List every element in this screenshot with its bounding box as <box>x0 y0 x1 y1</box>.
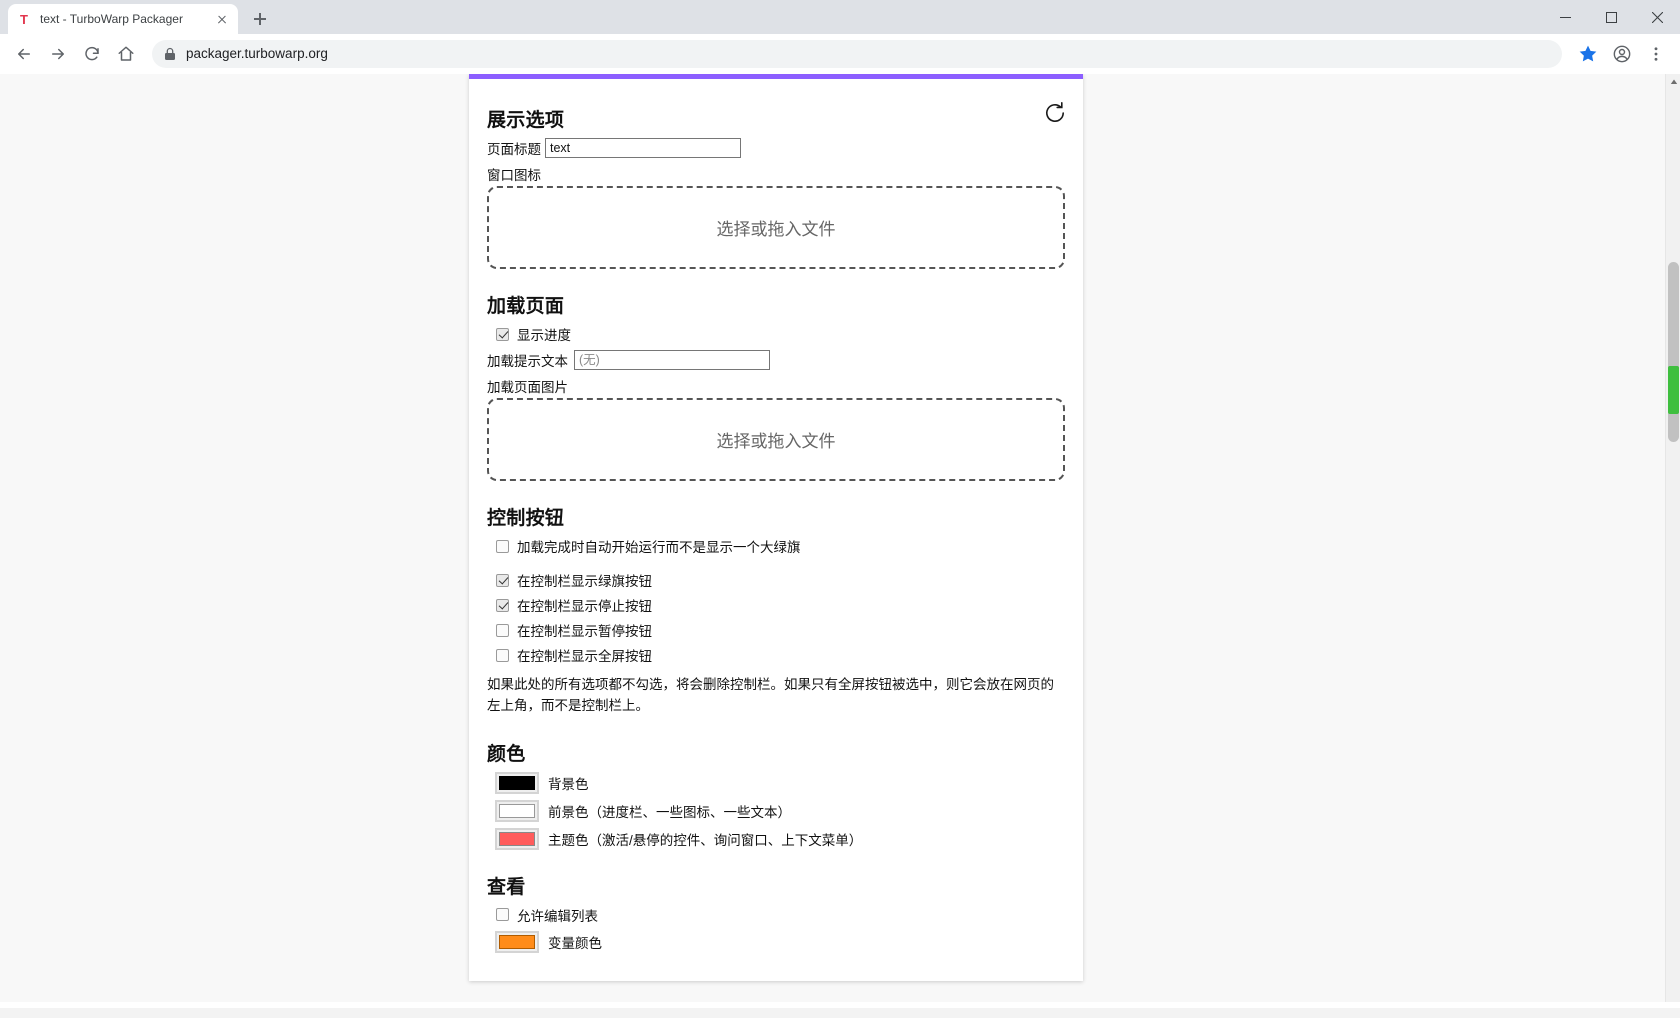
loading-text-label: 加载提示文本 <box>487 354 568 369</box>
lock-icon <box>164 47 176 61</box>
page-viewport: 展示选项 页面标题 窗口图标 选择或拖入文件 加载页面 显示进度 加载提示文本 … <box>0 74 1680 1018</box>
loading-text-input[interactable] <box>574 350 770 370</box>
control-greenflag-label: 在控制栏显示绿旗按钮 <box>517 574 652 589</box>
background-color-value <box>499 775 535 790</box>
show-progress-row[interactable]: 显示进度 <box>487 324 1065 344</box>
scrollbar-find-marker <box>1668 366 1679 414</box>
accent-color-swatch[interactable] <box>495 827 539 850</box>
control-pause-checkbox[interactable] <box>496 623 509 637</box>
scrollbar-thumb[interactable] <box>1668 262 1679 442</box>
window-icon-label: 窗口图标 <box>487 168 541 183</box>
loading-text-row: 加载提示文本 <box>487 350 1065 370</box>
variable-color-swatch[interactable] <box>495 930 539 953</box>
forward-button[interactable] <box>42 38 74 70</box>
allow-edit-list-row[interactable]: 允许编辑列表 <box>487 905 1065 925</box>
options-card: 展示选项 页面标题 窗口图标 选择或拖入文件 加载页面 显示进度 加载提示文本 … <box>469 74 1083 981</box>
minimize-button[interactable] <box>1542 0 1588 34</box>
scroll-up-icon[interactable] <box>1666 74 1680 90</box>
accent-color-row: 主题色（激活/悬停的控件、询问窗口、上下文菜单） <box>487 827 1065 850</box>
control-stop-label: 在控制栏显示停止按钮 <box>517 599 652 614</box>
new-tab-button[interactable] <box>246 5 274 33</box>
foreground-color-label: 前景色（进度栏、一些图标、一些文本） <box>548 804 791 820</box>
window-icon-dropzone[interactable]: 选择或拖入文件 <box>487 186 1065 269</box>
tab-title: text - TurboWarp Packager <box>40 12 183 26</box>
control-autostart-label: 加载完成时自动开始运行而不是显示一个大绿旗 <box>517 540 801 555</box>
control-greenflag-checkbox[interactable] <box>496 573 509 587</box>
reset-icon[interactable] <box>1043 101 1067 125</box>
control-greenflag-row[interactable]: 在控制栏显示绿旗按钮 <box>487 570 1065 590</box>
taskbar <box>0 1008 1680 1018</box>
profile-icon[interactable] <box>1606 38 1638 70</box>
page-title-label: 页面标题 <box>487 142 541 157</box>
reload-button[interactable] <box>76 38 108 70</box>
show-progress-checkbox[interactable] <box>496 327 509 341</box>
controls-section-heading: 控制按钮 <box>487 508 565 529</box>
control-pause-label: 在控制栏显示暂停按钮 <box>517 624 652 639</box>
loading-image-dropzone[interactable]: 选择或拖入文件 <box>487 398 1065 481</box>
browser-window: T text - TurboWarp Packager packager.tur… <box>0 0 1680 1018</box>
control-fullscreen-row[interactable]: 在控制栏显示全屏按钮 <box>487 645 1065 665</box>
control-stop-row[interactable]: 在控制栏显示停止按钮 <box>487 595 1065 615</box>
back-button[interactable] <box>8 38 40 70</box>
loading-section-heading: 加载页面 <box>487 296 565 317</box>
background-color-label: 背景色 <box>548 776 589 792</box>
background-color-row: 背景色 <box>487 771 1065 794</box>
foreground-color-value <box>499 803 535 818</box>
colors-section-heading: 颜色 <box>487 743 526 765</box>
foreground-color-swatch[interactable] <box>495 799 539 822</box>
turbowarp-favicon-icon: T <box>20 11 28 27</box>
variable-color-value <box>499 934 535 949</box>
close-button[interactable] <box>1634 0 1680 34</box>
variable-color-row: 变量颜色 <box>487 930 1065 953</box>
address-bar-url: packager.turbowarp.org <box>186 46 328 61</box>
show-progress-label: 显示进度 <box>517 328 571 343</box>
star-icon[interactable] <box>1572 38 1604 70</box>
accent-color-value <box>499 831 535 846</box>
home-button[interactable] <box>110 38 142 70</box>
foreground-color-row: 前景色（进度栏、一些图标、一些文本） <box>487 799 1065 822</box>
page-title-input[interactable] <box>545 138 741 158</box>
close-tab-icon[interactable] <box>214 11 230 27</box>
window-controls <box>1542 0 1680 34</box>
address-bar[interactable]: packager.turbowarp.org <box>152 39 1562 68</box>
control-autostart-row[interactable]: 加载完成时自动开始运行而不是显示一个大绿旗 <box>487 536 1065 556</box>
view-section-heading: 查看 <box>487 876 526 898</box>
allow-edit-list-checkbox[interactable] <box>496 908 509 922</box>
control-autostart-checkbox[interactable] <box>496 539 509 553</box>
background-color-swatch[interactable] <box>495 771 539 794</box>
control-fullscreen-label: 在控制栏显示全屏按钮 <box>517 649 652 664</box>
variable-color-label: 变量颜色 <box>548 935 602 951</box>
page-scrollbar[interactable] <box>1665 74 1680 1018</box>
control-stop-checkbox[interactable] <box>496 598 509 612</box>
browser-toolbar: packager.turbowarp.org <box>0 34 1680 74</box>
accent-color-label: 主题色（激活/悬停的控件、询问窗口、上下文菜单） <box>548 832 863 848</box>
maximize-button[interactable] <box>1588 0 1634 34</box>
control-pause-row[interactable]: 在控制栏显示暂停按钮 <box>487 620 1065 640</box>
controls-hint-text: 如果此处的所有选项都不勾选，将会删除控制栏。如果只有全屏按钮被选中，则它会放在网… <box>487 677 1054 713</box>
tab-strip: T text - TurboWarp Packager <box>0 0 1680 34</box>
loading-image-label: 加载页面图片 <box>487 380 568 395</box>
display-section-heading: 展示选项 <box>487 110 565 131</box>
control-fullscreen-checkbox[interactable] <box>496 648 509 662</box>
more-menu-icon[interactable] <box>1640 38 1672 70</box>
browser-tab[interactable]: T text - TurboWarp Packager <box>8 4 238 34</box>
allow-edit-list-label: 允许编辑列表 <box>517 908 598 924</box>
page-title-row: 页面标题 <box>487 138 1065 158</box>
